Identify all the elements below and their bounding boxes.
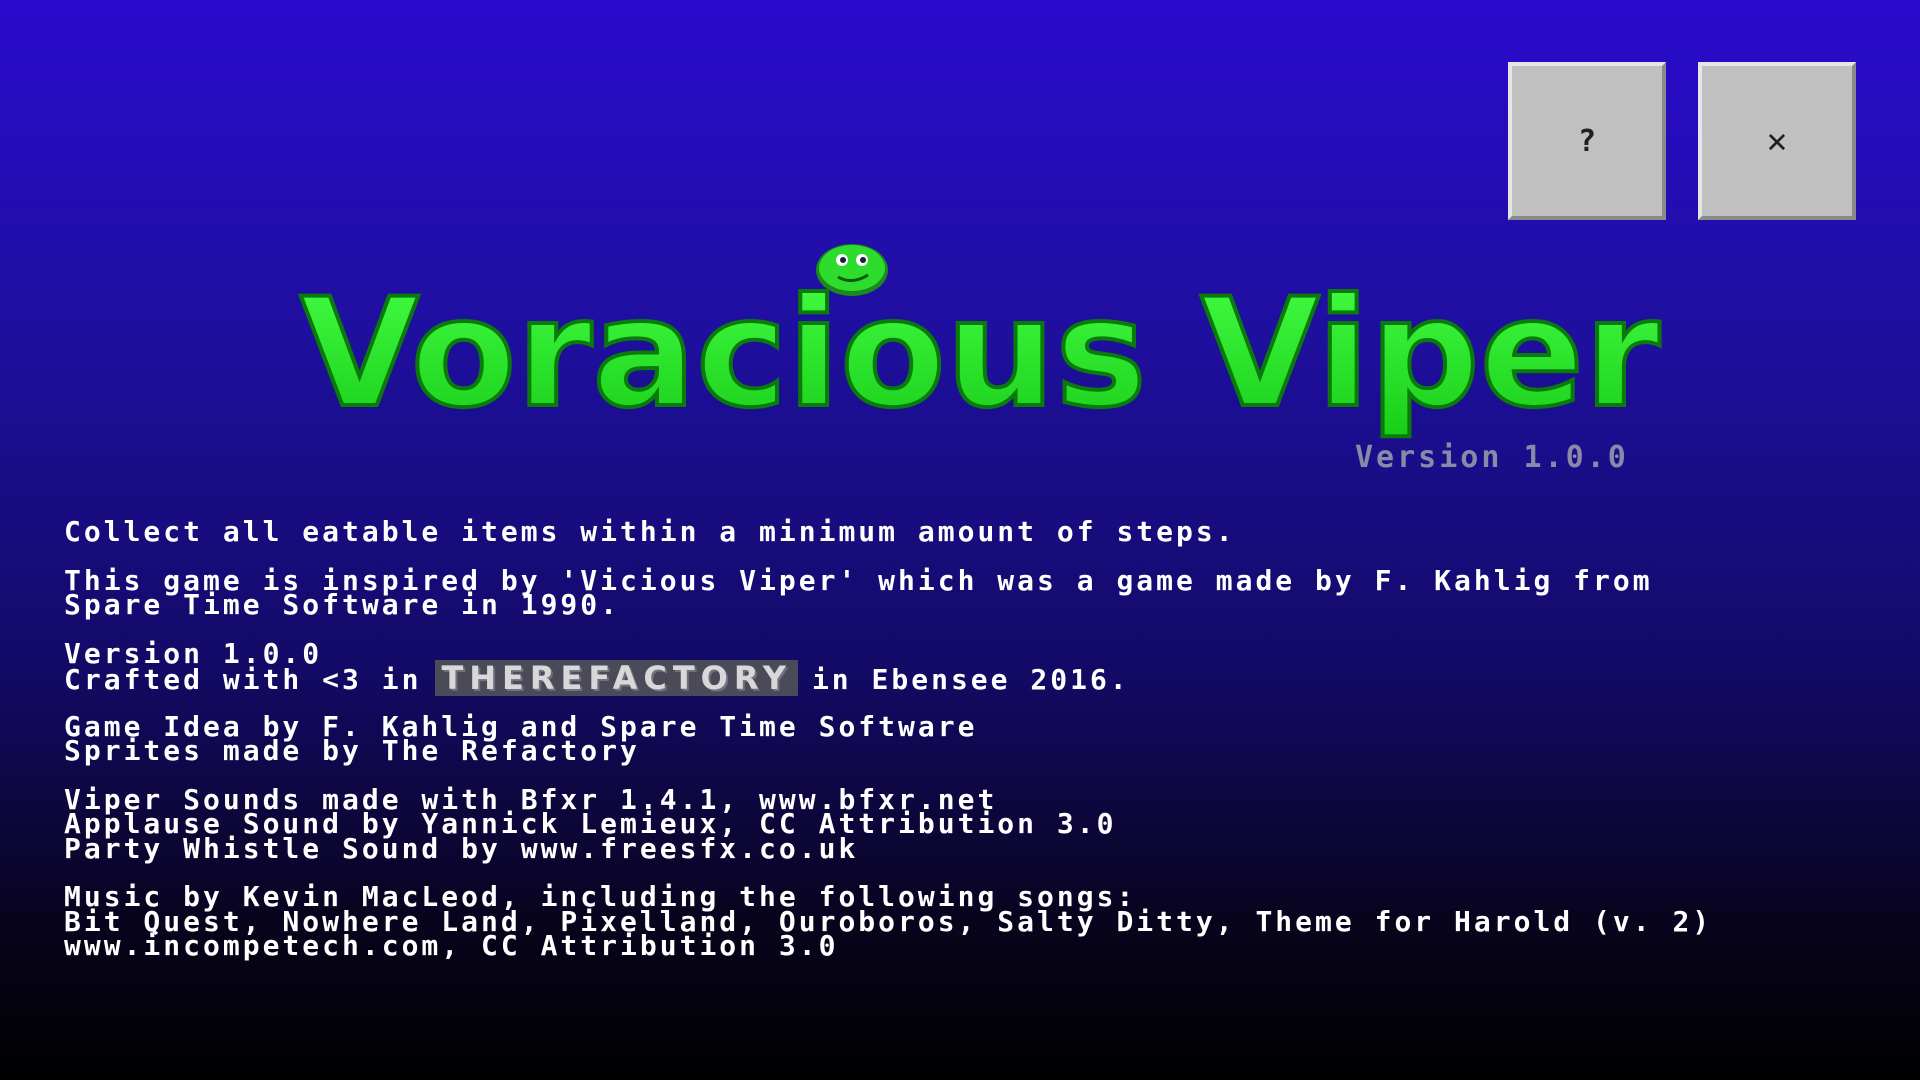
game-logo: Voracious Viper bbox=[298, 244, 1662, 443]
help-button[interactable]: ? bbox=[1508, 62, 1666, 220]
objective-text: Collect all eatable items within a minim… bbox=[64, 515, 1236, 548]
crafted-suffix: in Ebensee 2016. bbox=[811, 663, 1130, 696]
crafted-prefix: Crafted with <3 in bbox=[64, 663, 422, 696]
music-credit-3: www.incompetech.com, CC Attribution 3.0 bbox=[64, 929, 839, 962]
inspiration-line-2: Spare Time Software in 1990. bbox=[64, 588, 621, 621]
sprites-credit: Sprites made by The Refactory bbox=[64, 734, 640, 767]
crafted-line: Crafted with <3 in THEREFACTORY in Ebensee… bbox=[64, 660, 1864, 696]
credits-text: Collect all eatable items within a minim… bbox=[64, 515, 1864, 983]
sounds-credit-3: Party Whistle Sound by www.freesfx.co.uk bbox=[64, 831, 859, 865]
logo-title: Voracious Viper bbox=[300, 267, 1660, 441]
close-button[interactable]: ✕ bbox=[1698, 62, 1856, 220]
logo-version: Version 1.0.0 bbox=[1355, 440, 1629, 475]
refactory-logo: THEREFACTORY bbox=[435, 660, 798, 696]
